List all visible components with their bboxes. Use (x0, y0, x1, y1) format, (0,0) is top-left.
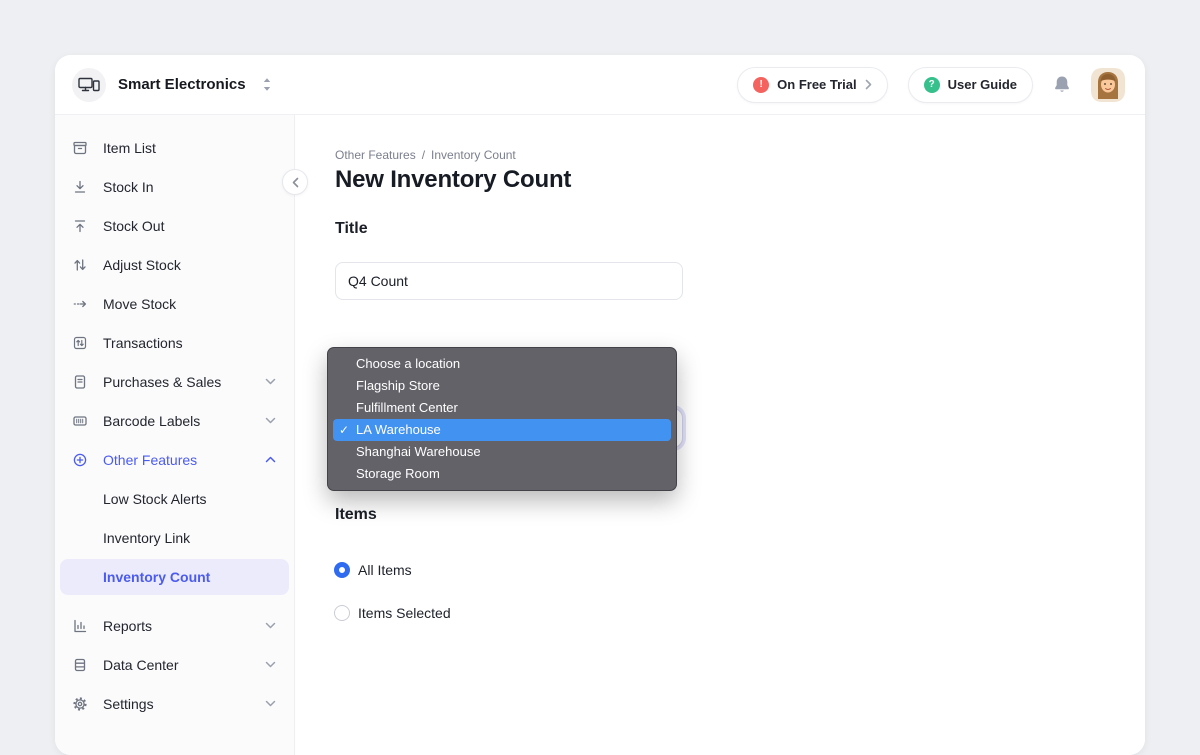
sidebar-item-transactions[interactable]: Transactions (55, 323, 294, 362)
radio-all-items[interactable]: All Items (334, 562, 412, 578)
sidebar-item-label: Settings (103, 696, 154, 712)
bar-chart-icon (72, 618, 88, 634)
document-icon (72, 374, 88, 390)
sidebar-item-label: Low Stock Alerts (103, 491, 207, 507)
location-dropdown-menu: Choose a location Flagship Store Fulfill… (327, 347, 677, 491)
sidebar-item-label: Reports (103, 618, 152, 634)
org-switcher[interactable]: Smart Electronics (72, 68, 272, 102)
devices-icon (78, 76, 100, 94)
user-guide-label: User Guide (948, 77, 1017, 92)
page-title: New Inventory Count (335, 166, 571, 194)
chevron-left-icon (292, 177, 299, 188)
sorter-icon (262, 77, 272, 92)
sidebar-item-other-features[interactable]: Other Features (55, 440, 294, 479)
question-icon: ? (924, 77, 940, 93)
radio-label: All Items (358, 562, 412, 578)
barcode-icon (72, 413, 88, 429)
database-icon (72, 657, 88, 673)
transactions-icon (72, 335, 88, 351)
chevron-down-icon (265, 700, 276, 707)
dropdown-option-label: LA Warehouse (356, 422, 441, 437)
sidebar-item-label: Adjust Stock (103, 257, 181, 273)
sidebar-item-label: Move Stock (103, 296, 176, 312)
circle-plus-icon (72, 452, 88, 468)
chevron-down-icon (265, 622, 276, 629)
app-name: Smart Electronics (118, 76, 246, 93)
arrow-down-to-line-icon (72, 179, 88, 195)
sidebar-item-label: Stock In (103, 179, 154, 195)
sidebar-item-settings[interactable]: Settings (55, 684, 294, 723)
main-content: Other Features / Inventory Count New Inv… (295, 115, 1145, 755)
dropdown-option-storage-room[interactable]: Storage Room (333, 463, 671, 485)
gear-icon (72, 696, 88, 712)
items-section-label: Items (335, 506, 377, 524)
dropdown-option-choose-location[interactable]: Choose a location (333, 353, 671, 375)
sidebar-item-stock-in[interactable]: Stock In (55, 167, 294, 206)
chevron-right-icon (865, 79, 872, 90)
dropdown-option-flagship-store[interactable]: Flagship Store (333, 375, 671, 397)
top-bar-actions: ! On Free Trial ? User Guide (737, 67, 1125, 103)
title-field-label: Title (335, 220, 368, 238)
sidebar-item-label: Inventory Count (103, 569, 210, 585)
company-logo (72, 68, 106, 102)
alert-badge-icon: ! (753, 77, 769, 93)
radio-unselected-icon[interactable] (334, 605, 350, 621)
chevron-down-icon (265, 417, 276, 424)
bell-icon (1053, 75, 1071, 95)
dropdown-option-la-warehouse[interactable]: ✓ LA Warehouse (333, 419, 671, 441)
sidebar-collapse-button[interactable] (282, 169, 308, 195)
sidebar-item-adjust-stock[interactable]: Adjust Stock (55, 245, 294, 284)
sidebar-item-data-center[interactable]: Data Center (55, 645, 294, 684)
notifications-button[interactable] (1053, 75, 1071, 95)
radio-selected-icon[interactable] (334, 562, 350, 578)
sidebar-item-label: Data Center (103, 657, 178, 673)
sidebar-item-reports[interactable]: Reports (55, 606, 294, 645)
radio-items-selected[interactable]: Items Selected (334, 605, 451, 621)
sidebar-item-label: Barcode Labels (103, 413, 200, 429)
arrow-up-to-line-icon (72, 218, 88, 234)
avatar-image (1091, 68, 1125, 102)
free-trial-button[interactable]: ! On Free Trial (737, 67, 887, 103)
arrow-right-dashed-icon (72, 296, 88, 312)
sidebar-item-label: Inventory Link (103, 530, 190, 546)
dropdown-option-shanghai-warehouse[interactable]: Shanghai Warehouse (333, 441, 671, 463)
title-input[interactable] (335, 262, 683, 300)
sidebar-item-low-stock-alerts[interactable]: Low Stock Alerts (55, 479, 294, 518)
sidebar: Item List Stock In Stock Out Adjust Stoc… (55, 115, 295, 755)
sidebar-item-item-list[interactable]: Item List (55, 128, 294, 167)
dropdown-option-fulfillment-center[interactable]: Fulfillment Center (333, 397, 671, 419)
sidebar-item-stock-out[interactable]: Stock Out (55, 206, 294, 245)
sidebar-item-barcode-labels[interactable]: Barcode Labels (55, 401, 294, 440)
sidebar-item-label: Other Features (103, 452, 197, 468)
breadcrumb-separator: / (422, 148, 425, 162)
breadcrumb-current: Inventory Count (431, 148, 516, 162)
chevron-up-icon (265, 456, 276, 463)
user-avatar[interactable] (1091, 68, 1125, 102)
sidebar-item-label: Purchases & Sales (103, 374, 221, 390)
user-guide-button[interactable]: ? User Guide (908, 67, 1033, 103)
breadcrumb-parent[interactable]: Other Features (335, 148, 416, 162)
arrows-up-down-icon (72, 257, 88, 273)
free-trial-label: On Free Trial (777, 77, 856, 92)
top-bar: Smart Electronics ! On Free Trial ? User… (55, 55, 1145, 115)
chevron-down-icon (265, 378, 276, 385)
sidebar-item-label: Item List (103, 140, 156, 156)
sidebar-item-purchases-sales[interactable]: Purchases & Sales (55, 362, 294, 401)
box-icon (72, 140, 88, 156)
app-window: Smart Electronics ! On Free Trial ? User… (55, 55, 1145, 755)
sidebar-item-inventory-count[interactable]: Inventory Count (60, 559, 289, 595)
sidebar-item-label: Stock Out (103, 218, 164, 234)
sidebar-item-move-stock[interactable]: Move Stock (55, 284, 294, 323)
sidebar-item-inventory-link[interactable]: Inventory Link (55, 518, 294, 557)
sidebar-item-label: Transactions (103, 335, 183, 351)
breadcrumb: Other Features / Inventory Count (335, 148, 516, 162)
radio-label: Items Selected (358, 605, 451, 621)
checkmark-icon: ✓ (339, 419, 349, 441)
chevron-down-icon (265, 661, 276, 668)
